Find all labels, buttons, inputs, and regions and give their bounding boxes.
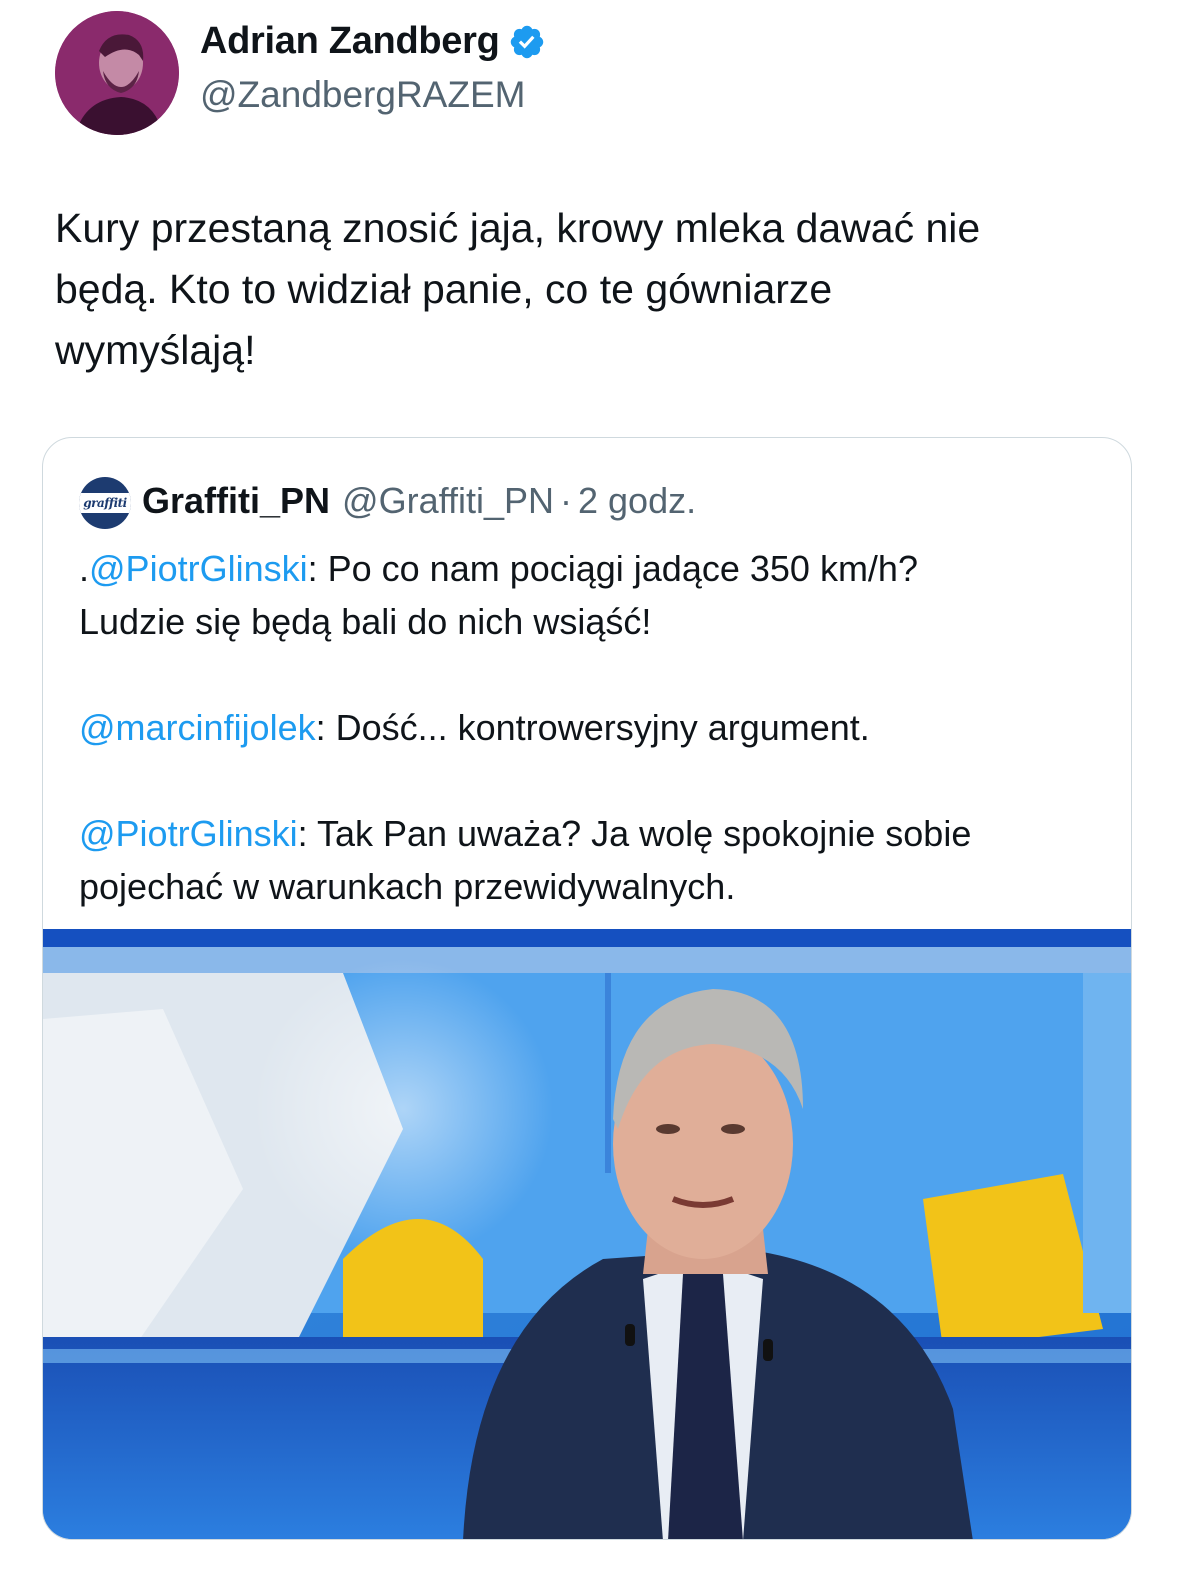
quote-line: @PiotrGlinski: Tak Pan uważa? Ja wolę sp…: [79, 807, 1109, 860]
quote-line: .@PiotrGlinski: Po co nam pociągi jadące…: [79, 542, 1109, 595]
quoted-tweet-header: Graffiti_PN @Graffiti_PN · 2 godz.: [142, 480, 696, 522]
header-separator: ·: [560, 480, 572, 521]
quote-text: : Po co nam pociągi jadące 350 km/h?: [307, 548, 918, 589]
quote-text: : Tak Pan uważa? Ja wolę spokojnie sobie: [297, 813, 972, 854]
mention-link[interactable]: @PiotrGlinski: [79, 813, 298, 854]
author-name-text: Adrian Zandberg: [200, 20, 500, 62]
tv-studio-photo-icon: [43, 929, 1131, 1539]
quote-line: @marcinfijolek: Dość... kontrowersyjny a…: [79, 701, 1109, 754]
tweet-text-line: Kury przestaną znosić jaja, krowy mleka …: [55, 205, 981, 251]
mention-link[interactable]: @PiotrGlinski: [89, 548, 308, 589]
tweet-page: Adrian Zandberg @ZandbergRAZEM Kury prze…: [0, 0, 1179, 1575]
tweet-text-line: będą. Kto to widział panie, co te gównia…: [55, 266, 833, 312]
tweet-text-line: wymyślają!: [55, 327, 256, 373]
quote-line: pojechać w warunkach przewidywalnych.: [79, 860, 1109, 913]
quote-text: : Dość... kontrowersyjny argument.: [315, 707, 870, 748]
quoted-author-avatar[interactable]: graffiti: [79, 477, 131, 529]
quote-text: Ludzie się będą bali do nich wsiąść!: [79, 601, 652, 642]
quote-paragraph: @marcinfijolek: Dość... kontrowersyjny a…: [79, 701, 1109, 754]
person-silhouette-icon: [55, 11, 179, 135]
tweet-text: Kury przestaną znosić jaja, krowy mleka …: [55, 198, 1135, 381]
quote-prefix: .: [79, 548, 90, 589]
quoted-tweet-time[interactable]: 2 godz.: [578, 480, 696, 522]
quote-paragraph: @PiotrGlinski: Tak Pan uważa? Ja wolę sp…: [79, 807, 1109, 913]
verified-badge-icon: [510, 25, 543, 58]
quoted-tweet-body: .@PiotrGlinski: Po co nam pociągi jadące…: [79, 542, 1109, 966]
quoted-author-handle[interactable]: @Graffiti_PN: [342, 480, 554, 522]
author-avatar[interactable]: [55, 11, 179, 135]
logo-text: graffiti: [83, 496, 127, 510]
author-name[interactable]: Adrian Zandberg: [200, 20, 546, 63]
mention-link[interactable]: @marcinfijolek: [79, 707, 316, 748]
quote-line: Ludzie się będą bali do nich wsiąść!: [79, 595, 1109, 648]
quoted-author-name[interactable]: Graffiti_PN: [142, 480, 330, 522]
quote-paragraph: .@PiotrGlinski: Po co nam pociągi jadące…: [79, 542, 1109, 648]
author-handle[interactable]: @ZandbergRAZEM: [200, 74, 525, 116]
quoted-tweet-media[interactable]: [43, 929, 1131, 1539]
quoted-tweet-card[interactable]: graffiti Graffiti_PN @Graffiti_PN · 2 go…: [42, 437, 1132, 1540]
quote-text: pojechać w warunkach przewidywalnych.: [79, 866, 736, 907]
